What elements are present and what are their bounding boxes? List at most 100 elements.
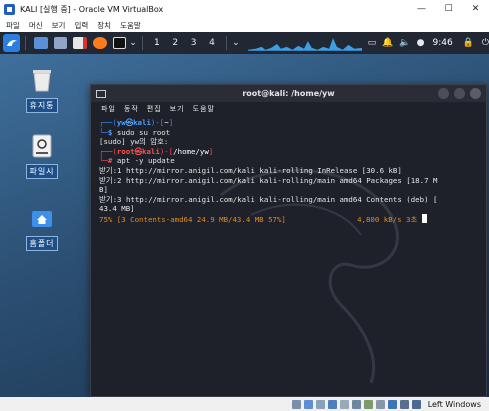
file-manager-icon[interactable] — [53, 37, 68, 49]
terminal-text: 받기:2 http://mirror.anigil.com/kali kali-… — [99, 175, 438, 185]
terminal-menubar: 파일 동작 편집 보기 도움말 — [91, 102, 486, 116]
terminal-maximize-button[interactable] — [454, 88, 465, 99]
desktop-icon-home[interactable]: 홈폴더 — [25, 206, 59, 251]
terminal-text: # — [107, 156, 117, 166]
terminal-text: ┌──( — [99, 118, 117, 127]
recording-status-icon[interactable] — [375, 399, 385, 409]
terminal-text: ] — [208, 146, 214, 156]
terminal-line: 43.4 MB] — [99, 204, 478, 214]
desktop-icon-trash[interactable]: 휴지통 — [25, 68, 59, 113]
terminal-text: 받기:1 http://mirror.anigil.com/kali kali-… — [99, 165, 402, 175]
terminal-text: root㉿kali — [116, 146, 160, 156]
terminal-line: ┌──(root㉿kali)-[/home/yw] — [99, 147, 478, 157]
chevron-down-icon[interactable]: ⌄ — [232, 38, 240, 48]
terminal-line: 75% [3 Contents-amd64 24.9 MB/43.4 MB 57… — [99, 213, 478, 225]
desktop-icon[interactable] — [34, 37, 48, 49]
terminal-line: [sudo] yw의 암호: — [99, 137, 478, 147]
menu-input[interactable]: 입력 — [74, 20, 88, 31]
trash-icon — [33, 70, 51, 92]
terminal-title: root@kali: /home/yw — [242, 89, 335, 98]
terminal-text: 75% [3 Contents-amd64 24.9 MB/43.4 MB 57… — [99, 214, 418, 224]
terminal-line: └─$ sudo su root — [99, 128, 478, 138]
desktop-icon-label: 홈폴더 — [26, 236, 58, 251]
desktop-icon-label: 휴지통 — [26, 98, 58, 113]
network-icon[interactable]: ▭ — [368, 38, 377, 48]
terminal-text: /home/yw — [173, 146, 209, 156]
virtualbox-icon — [4, 3, 15, 15]
chevron-down-icon[interactable]: ⌄ — [129, 38, 137, 48]
vbox-menubar: 파일 머신 보기 입력 장치 도움말 — [0, 18, 489, 32]
terminal-text: 받기:3 http://mirror.anigil.com/kali kali-… — [99, 194, 438, 204]
desktop-icon-label: 파일시 — [26, 164, 58, 179]
shared-folder-status-icon[interactable] — [351, 399, 361, 409]
terminal-menu-edit[interactable]: 편집 — [147, 104, 162, 114]
display-status-icon[interactable] — [363, 399, 373, 409]
terminal-line: 받기:3 http://mirror.anigil.com/kali kali-… — [99, 195, 478, 205]
taskbar-separator — [141, 36, 143, 50]
network-status-icon[interactable] — [327, 399, 337, 409]
workspace-1[interactable]: 1 — [148, 38, 166, 48]
terminal-menu-view[interactable]: 보기 — [170, 104, 185, 114]
mouse-integration-icon[interactable] — [399, 399, 409, 409]
menu-devices[interactable]: 장치 — [97, 20, 111, 31]
cpu-graph — [247, 38, 362, 51]
terminal-text: 43.4 MB] — [99, 204, 135, 214]
terminal-line: ┌──(yw㉿kali)-[~] — [99, 118, 478, 128]
maximize-button[interactable]: ☐ — [435, 0, 462, 18]
hard-drive-icon — [32, 134, 52, 158]
power-icon[interactable]: ● — [417, 38, 425, 48]
menu-file[interactable]: 파일 — [6, 20, 20, 31]
text-editor-icon[interactable] — [73, 37, 88, 49]
terminal-menu-action[interactable]: 동작 — [124, 104, 139, 114]
vbox-statusbar: Left Windows — [0, 397, 489, 411]
window-title: KALI [실행 중] - Oracle VM VirtualBox — [20, 4, 164, 14]
kali-menu-button[interactable] — [3, 34, 21, 52]
terminal-text: )-[ — [150, 118, 165, 127]
notification-bell-icon[interactable]: 🔔 — [382, 38, 393, 48]
cpu-status-icon[interactable] — [387, 399, 397, 409]
workspace-2[interactable]: 2 — [166, 38, 184, 48]
terminal-minimize-button[interactable] — [438, 88, 449, 99]
firefox-icon[interactable] — [93, 37, 107, 49]
keyboard-capture-icon[interactable] — [411, 399, 421, 409]
desktop: 휴지통 파일시 홈폴더 root@kali: /home/yw 파일 동작 편집… — [0, 54, 489, 397]
host-key-label: Left Windows — [427, 399, 481, 409]
workspace-4[interactable]: 4 — [203, 38, 221, 48]
clock[interactable]: 9:46 — [432, 38, 452, 48]
terminal-titlebar[interactable]: root@kali: /home/yw — [91, 85, 486, 102]
terminal-output[interactable]: ┌──(yw㉿kali)-[~] └─$ sudo su root [sudo] y… — [91, 116, 486, 225]
terminal-text: sudo su root — [116, 127, 171, 137]
terminal-text: yw㉿kali — [116, 118, 151, 127]
audio-status-icon[interactable] — [315, 399, 325, 409]
terminal-menu-help[interactable]: 도움말 — [193, 104, 215, 114]
terminal-close-button[interactable] — [470, 88, 481, 99]
terminal-line: B] — [99, 185, 478, 195]
vbox-titlebar: KALI [실행 중] - Oracle VM VirtualBox — ☐ ✕ — [0, 0, 489, 18]
minimize-button[interactable]: — — [408, 0, 435, 18]
menu-view[interactable]: 보기 — [52, 20, 66, 31]
volume-icon[interactable]: 🔈 — [399, 38, 410, 48]
terminal-line: 받기:1 http://mirror.anigil.com/kali kali-… — [99, 166, 478, 176]
terminal-text: ] — [168, 118, 174, 127]
terminal-text: )-[ — [159, 146, 174, 156]
terminal-window[interactable]: root@kali: /home/yw 파일 동작 편집 보기 도움말 ┌──(… — [90, 84, 487, 397]
hard-disk-status-icon[interactable] — [291, 399, 301, 409]
lock-icon[interactable]: 🔒 — [463, 38, 474, 48]
workspace-3[interactable]: 3 — [184, 38, 202, 48]
menu-help[interactable]: 도움말 — [120, 20, 141, 31]
kali-taskbar: ⌄ 1 2 3 4 ⌄ ▭ 🔔 🔈 ● 9:46 🔒 ⏻ — [0, 32, 489, 54]
logout-icon[interactable]: ⏻ — [482, 38, 489, 48]
menu-machine[interactable]: 머신 — [29, 20, 43, 31]
window-controls: — ☐ ✕ — [408, 0, 489, 18]
terminal-text: └─ — [99, 127, 108, 137]
taskbar-separator — [25, 36, 27, 50]
terminal-controls — [438, 88, 481, 99]
terminal-line: └─# apt -y update — [99, 156, 478, 166]
usb-status-icon[interactable] — [339, 399, 349, 409]
terminal-icon[interactable] — [112, 37, 127, 49]
close-button[interactable]: ✕ — [462, 0, 489, 18]
terminal-menu-file[interactable]: 파일 — [101, 104, 116, 114]
desktop-icon-filesystem[interactable]: 파일시 — [25, 134, 59, 179]
terminal-text: B] — [99, 185, 108, 195]
optical-drive-status-icon[interactable] — [303, 399, 313, 409]
